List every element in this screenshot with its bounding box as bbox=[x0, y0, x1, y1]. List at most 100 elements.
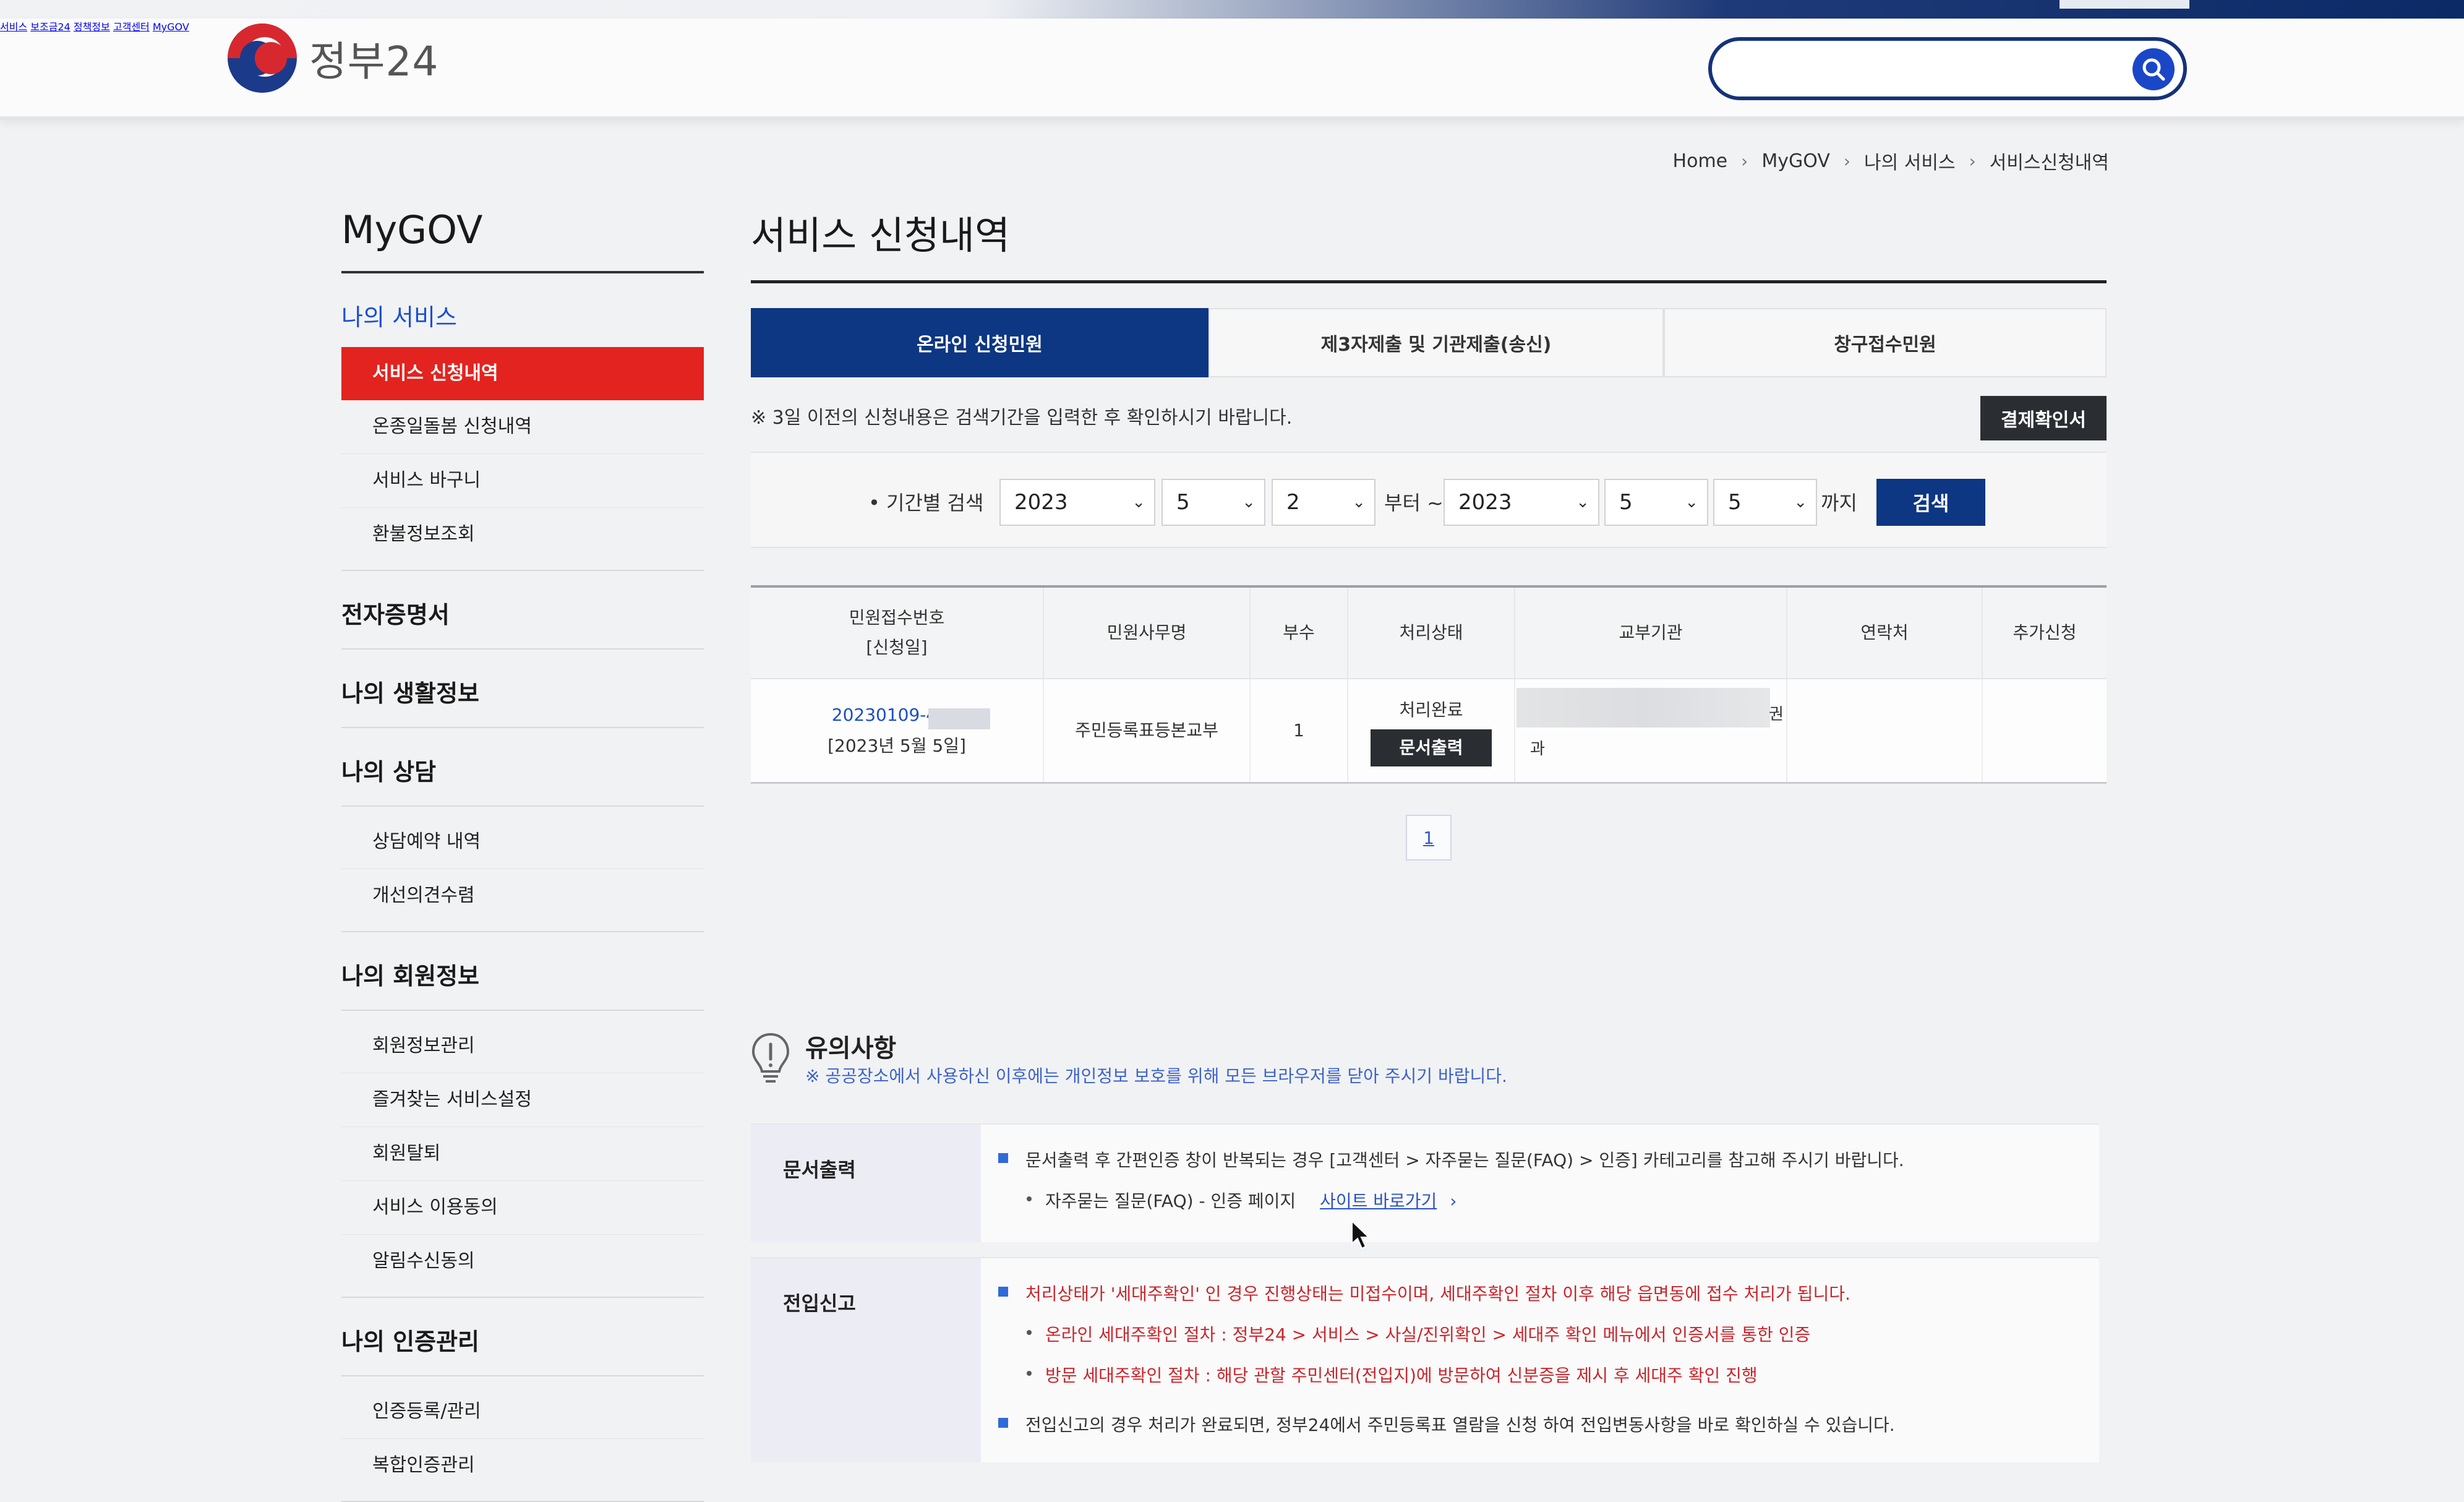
search-icon bbox=[2142, 58, 2165, 81]
top-strip bbox=[0, 0, 2464, 19]
move-info-body: 처리상태가 '세대주확인' 인 경우 진행상태는 미접수이며, 세대주확인 절차… bbox=[981, 1258, 2099, 1462]
sidebar-section-e-cert[interactable]: 전자증명서 bbox=[341, 571, 704, 650]
sidebar-item-service-consent[interactable]: 서비스 이용동의 bbox=[341, 1181, 704, 1235]
table-row: 20230109-4 [2023년 5월 5일] 주민등록표등본교부 1 처리완… bbox=[751, 679, 2107, 784]
receipt-number-link[interactable]: 20230109-4 bbox=[832, 705, 937, 725]
sidebar-item-multi-auth[interactable]: 복합인증관리 bbox=[341, 1439, 704, 1492]
td-agency: 권 과 bbox=[1515, 679, 1787, 782]
sidebar-submenu-auth: 인증등록/관리 복합인증관리 bbox=[341, 1376, 704, 1502]
th-additional: 추가신청 bbox=[2013, 622, 2077, 643]
breadcrumb-mygov[interactable]: MyGOV bbox=[1761, 150, 1830, 172]
td-additional bbox=[1983, 679, 2107, 782]
breadcrumb: Home › MyGOV › 나의 서비스 › 서비스신청내역 bbox=[1673, 147, 2109, 174]
sidebar-section-my-service[interactable]: 나의 서비스 bbox=[341, 273, 704, 347]
payment-confirmation-button[interactable]: 결제확인서 bbox=[1980, 396, 2107, 440]
site-shortcut-link[interactable]: 사이트 바로가기 bbox=[1320, 1191, 1437, 1211]
th-contact: 연락처 bbox=[1787, 588, 1983, 678]
sidebar-section-consult[interactable]: 나의 상담 bbox=[341, 728, 704, 807]
sidebar-section-life-info[interactable]: 나의 생활정보 bbox=[341, 650, 704, 728]
print-info-line-2: 자주묻는 질문(FAQ) - 인증 페이지 사이트 바로가기 › bbox=[998, 1188, 2099, 1212]
search-input[interactable] bbox=[1708, 37, 2187, 100]
tab-bar: 온라인 신청민원 제3자제출 및 기관제출(송신) 창구접수민원 bbox=[751, 308, 2107, 377]
logo-text: 정부24 bbox=[309, 38, 439, 85]
sidebar-item-notification-consent[interactable]: 알림수신동의 bbox=[341, 1235, 704, 1288]
nav-subsidy24[interactable]: 보조금24 bbox=[30, 21, 71, 33]
from-year-value: 2023 bbox=[1014, 490, 1068, 515]
sidebar-title: MyGOV bbox=[341, 207, 704, 273]
sidebar-section-auth[interactable]: 나의 인증관리 bbox=[341, 1298, 704, 1376]
chevron-down-icon: ⌄ bbox=[1685, 493, 1698, 512]
to-month-value: 5 bbox=[1619, 490, 1633, 515]
tab-online[interactable]: 온라인 신청민원 bbox=[751, 308, 1208, 377]
to-month-select[interactable]: 5 ⌄ bbox=[1604, 479, 1708, 526]
main-content: 서비스 신청내역 온라인 신청민원 제3자제출 및 기관제출(송신) 창구접수민… bbox=[751, 204, 2107, 860]
breadcrumb-current: 서비스신청내역 bbox=[1989, 152, 2109, 174]
from-text: 부터 ~ bbox=[1384, 491, 1444, 515]
sidebar-item-allday-care[interactable]: 온종일돌봄 신청내역 bbox=[341, 400, 704, 454]
agency-suffix-1: 권 bbox=[1769, 705, 1784, 724]
sidebar-section-member[interactable]: 나의 회원정보 bbox=[341, 932, 704, 1011]
th-status: 처리상태 bbox=[1348, 588, 1515, 678]
th-receipt-no-label: 민원접수번호 bbox=[849, 607, 945, 629]
th-agency: 교부기관 bbox=[1515, 588, 1787, 678]
taegeuk-logo-icon bbox=[228, 24, 297, 93]
table-header: 민원접수번호 [신청일] 민원사무명 부수 처리상태 교부기관 연락처 추가신청 bbox=[751, 588, 2107, 679]
from-day-value: 2 bbox=[1286, 490, 1300, 515]
to-day-value: 5 bbox=[1728, 490, 1742, 515]
print-document-button[interactable]: 문서출력 bbox=[1371, 729, 1492, 767]
sidebar-item-withdraw[interactable]: 회원탈퇴 bbox=[341, 1127, 704, 1181]
move-info-box: 전입신고 처리상태가 '세대주확인' 인 경우 진행상태는 미접수이며, 세대주… bbox=[751, 1257, 2099, 1462]
chevron-down-icon: ⌄ bbox=[1242, 493, 1256, 512]
from-month-select[interactable]: 5 ⌄ bbox=[1161, 479, 1265, 526]
chevron-down-icon: ⌄ bbox=[1576, 493, 1589, 512]
history-table: 민원접수번호 [신청일] 민원사무명 부수 처리상태 교부기관 연락처 추가신청… bbox=[751, 585, 2107, 784]
sidebar-item-service-history[interactable]: 서비스 신청내역 bbox=[341, 347, 704, 400]
chevron-right-icon: › bbox=[1741, 150, 1748, 171]
sidebar-submenu-consult: 상담예약 내역 개선의견수렴 bbox=[341, 807, 704, 932]
search-period-button[interactable]: 검색 bbox=[1876, 479, 1985, 526]
sidebar-item-member-info[interactable]: 회원정보관리 bbox=[341, 1019, 704, 1073]
nav-customer-center[interactable]: 고객센터 bbox=[113, 21, 150, 33]
chevron-down-icon: ⌄ bbox=[1794, 493, 1807, 512]
faq-auth-page-text: 자주묻는 질문(FAQ) - 인증 페이지 bbox=[1045, 1191, 1296, 1211]
breadcrumb-my-service[interactable]: 나의 서비스 bbox=[1864, 147, 1956, 174]
sidebar-item-feedback[interactable]: 개선의견수렴 bbox=[341, 869, 704, 922]
move-info-label: 전입신고 bbox=[751, 1258, 981, 1462]
chevron-down-icon: ⌄ bbox=[1132, 493, 1145, 512]
notice-row: ※ 3일 이전의 신청내용은 검색기간을 입력한 후 확인하시기 바랍니다. 결… bbox=[751, 377, 2107, 452]
td-status: 처리완료 문서출력 bbox=[1348, 679, 1515, 782]
page-1-button[interactable]: 1 bbox=[1406, 815, 1452, 860]
breadcrumb-home[interactable]: Home bbox=[1673, 150, 1728, 172]
td-copies: 1 bbox=[1251, 679, 1348, 782]
print-info-box: 문서출력 문서출력 후 간편인증 창이 반복되는 경우 [고객센터 > 자주묻는… bbox=[751, 1123, 2099, 1242]
caution-subtitle: ※ 공공장소에서 사용하신 이후에는 개인정보 보호를 위해 모든 브라우저를 … bbox=[805, 1066, 1507, 1086]
sidebar-item-refund[interactable]: 환불정보조회 bbox=[341, 508, 704, 561]
page-title: 서비스 신청내역 bbox=[751, 204, 2107, 283]
nav-mygov[interactable]: MyGOV bbox=[153, 21, 189, 33]
sidebar-item-consult-reservation[interactable]: 상담예약 내역 bbox=[341, 815, 704, 869]
nav-policy-info[interactable]: 정책정보 bbox=[74, 21, 110, 33]
lightbulb-icon bbox=[751, 1032, 790, 1083]
sidebar-item-cert-register[interactable]: 인증등록/관리 bbox=[341, 1385, 704, 1439]
to-day-select[interactable]: 5 ⌄ bbox=[1713, 479, 1817, 526]
nav-service[interactable]: 서비스 bbox=[0, 21, 27, 33]
move-info-line-4: 전입신고의 경우 처리가 완료되면, 정부24에서 주민등록표 열람을 신청 하… bbox=[998, 1412, 2099, 1436]
sidebar-item-service-basket[interactable]: 서비스 바구니 bbox=[341, 454, 704, 508]
mouse-cursor-icon bbox=[1351, 1220, 1371, 1250]
from-year-select[interactable]: 2023 ⌄ bbox=[999, 479, 1155, 526]
to-year-select[interactable]: 2023 ⌄ bbox=[1444, 479, 1599, 526]
from-day-select[interactable]: 2 ⌄ bbox=[1272, 479, 1375, 526]
caution-title: 유의사항 bbox=[805, 1034, 897, 1063]
receipt-date: [2023년 5월 5일] bbox=[828, 736, 966, 756]
chevron-right-icon: › bbox=[1969, 150, 1976, 171]
sidebar-item-favorite-service[interactable]: 즐겨찾는 서비스설정 bbox=[341, 1073, 704, 1127]
search-button[interactable] bbox=[2132, 48, 2175, 90]
search-period-notice: ※ 3일 이전의 신청내용은 검색기간을 입력한 후 확인하시기 바랍니다. bbox=[751, 407, 1293, 429]
sidebar-submenu-my-service: 서비스 신청내역 온종일돌봄 신청내역 서비스 바구니 환불정보조회 bbox=[341, 347, 704, 571]
site-logo[interactable]: 정부24 bbox=[228, 24, 438, 93]
tab-third-party[interactable]: 제3자제출 및 기관제출(송신) bbox=[1208, 308, 1664, 377]
tab-counter[interactable]: 창구접수민원 bbox=[1664, 308, 2107, 377]
chevron-down-icon: ⌄ bbox=[1352, 493, 1366, 512]
td-receipt: 20230109-4 [2023년 5월 5일] bbox=[751, 679, 1044, 782]
print-info-body: 문서출력 후 간편인증 창이 반복되는 경우 [고객센터 > 자주묻는 질문(F… bbox=[981, 1125, 2099, 1242]
